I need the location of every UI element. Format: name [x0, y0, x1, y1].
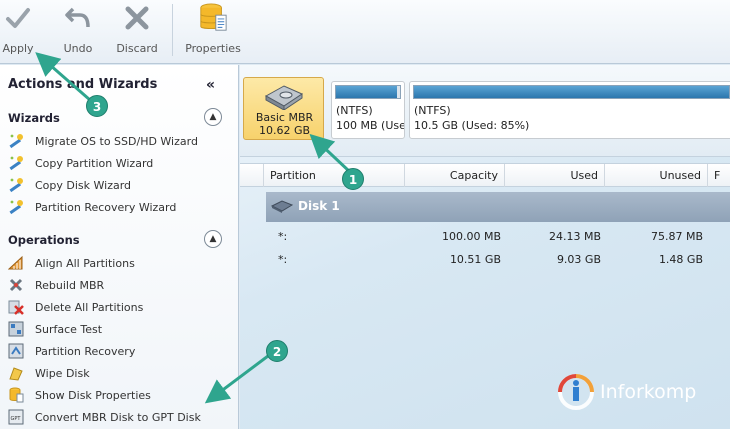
wizard-item-label: Copy Disk Wizard [35, 178, 132, 192]
annotation-badge-3: 3 [86, 95, 108, 117]
partition-fs-label: (NTFS) [336, 104, 373, 117]
table-row[interactable]: *: 100.00 MB 24.13 MB 75.87 MB [240, 227, 730, 247]
column-spacer [240, 164, 264, 187]
operation-item-wipe-disk[interactable]: Wipe Disk [8, 363, 90, 383]
delete-icon [8, 300, 24, 315]
operation-item-convert-mbr-to-gpt[interactable]: GPT Convert MBR Disk to GPT Disk [8, 407, 201, 427]
column-filesystem[interactable]: F [708, 164, 730, 187]
toolbar: Apply Undo Discard Properties [0, 0, 730, 64]
checkmark-icon [3, 2, 33, 34]
wipe-icon [9, 367, 23, 381]
operation-item-label: Wipe Disk [35, 366, 90, 380]
wand-icon [9, 156, 23, 171]
logo-circle-icon [558, 374, 594, 410]
table-row[interactable]: *: 10.51 GB 9.03 GB 1.48 GB [240, 250, 730, 270]
column-partition[interactable]: Partition [264, 164, 405, 187]
discard-x-icon [122, 2, 152, 34]
discard-label: Discard [116, 42, 158, 55]
partition-usage-fill [336, 86, 397, 98]
svg-text:GPT: GPT [11, 416, 22, 422]
wand-icon [9, 200, 23, 215]
wizards-collapse-button[interactable]: ▲ [204, 108, 222, 126]
disk-row[interactable]: Disk 1 [266, 192, 730, 222]
cell-unused: 75.87 MB [650, 230, 703, 243]
properties-icon [9, 387, 24, 403]
cell-capacity: 10.51 GB [449, 253, 501, 266]
operation-item-align[interactable]: Align All Partitions [8, 253, 135, 273]
operation-item-surface-test[interactable]: Surface Test [8, 319, 102, 339]
wizard-item-label: Copy Partition Wizard [35, 156, 154, 170]
column-capacity[interactable]: Capacity [405, 164, 505, 187]
discard-button[interactable]: Discard [113, 2, 161, 60]
disk-map: Basic MBR 10.62 GB (NTFS) 100 MB (Used (… [240, 65, 730, 157]
properties-button[interactable]: Properties [182, 2, 244, 60]
watermark-logo: Inforkomp [556, 372, 696, 412]
cell-used: 24.13 MB [548, 230, 601, 243]
wizard-item-copy-partition[interactable]: Copy Partition Wizard [8, 153, 153, 173]
partition-tile-1[interactable]: (NTFS) 100 MB (Used [331, 81, 405, 139]
collapse-panel-icon[interactable]: « [206, 77, 215, 93]
recovery-icon [8, 343, 24, 359]
cell-capacity: 100.00 MB [441, 230, 501, 243]
operation-item-partition-recovery[interactable]: Partition Recovery [8, 341, 135, 361]
partition-usage-bar [413, 85, 730, 99]
cell-partition: *: [278, 230, 288, 243]
operation-item-label: Rebuild MBR [35, 278, 105, 292]
apply-button[interactable]: Apply [2, 2, 34, 60]
wizard-item-label: Partition Recovery Wizard [35, 200, 177, 214]
undo-label: Undo [63, 42, 93, 55]
gpt-icon: GPT [8, 409, 24, 425]
partition-info-label: 10.5 GB (Used: 85%) [414, 119, 530, 132]
operation-item-label: Delete All Partitions [35, 300, 144, 314]
partition-usage-bar [335, 85, 401, 99]
align-icon [8, 255, 23, 270]
disk-tile-basic-mbr[interactable]: Basic MBR 10.62 GB [243, 77, 324, 140]
wizard-item-migrate-os[interactable]: Migrate OS to SSD/HD Wizard [8, 131, 198, 151]
partition-table-header: Partition Capacity Used Unused F [240, 163, 730, 187]
wand-icon [9, 134, 23, 149]
wizards-section-title: Wizards [8, 111, 60, 125]
partition-tile-2[interactable]: (NTFS) 10.5 GB (Used: 85%) [409, 81, 730, 139]
column-unused[interactable]: Unused [605, 164, 708, 187]
cell-unused: 1.48 GB [658, 253, 703, 266]
database-properties-icon [198, 2, 228, 34]
partition-fs-label: (NTFS) [414, 104, 451, 117]
watermark-text: Inforkomp [600, 381, 697, 403]
disk-type-label: Basic MBR [255, 111, 314, 124]
operations-section-title: Operations [8, 233, 80, 247]
operations-collapse-button[interactable]: ▲ [204, 230, 222, 248]
annotation-badge-1: 1 [342, 168, 364, 190]
disk-icon [270, 200, 294, 213]
partition-usage-fill [414, 86, 729, 98]
toolbar-separator [172, 4, 173, 56]
cell-partition: *: [278, 253, 288, 266]
operation-item-label: Align All Partitions [35, 256, 135, 270]
apply-label: Apply [2, 42, 34, 55]
disk-size-label: 10.62 GB [258, 124, 311, 137]
undo-arrow-icon [63, 2, 93, 34]
wizard-item-copy-disk[interactable]: Copy Disk Wizard [8, 175, 131, 195]
hard-drive-icon [264, 85, 304, 110]
rebuild-icon [9, 278, 23, 292]
operation-item-label: Surface Test [35, 322, 103, 336]
cell-used: 9.03 GB [556, 253, 601, 266]
actions-panel: Actions and Wizards « Wizards ▲ Migrate … [0, 65, 239, 429]
operation-item-show-disk-properties[interactable]: Show Disk Properties [8, 385, 151, 405]
operation-item-label: Partition Recovery [35, 344, 136, 358]
wizard-item-partition-recovery[interactable]: Partition Recovery Wizard [8, 197, 176, 217]
properties-label: Properties [185, 42, 241, 55]
undo-button[interactable]: Undo [61, 2, 95, 60]
column-used[interactable]: Used [505, 164, 605, 187]
operation-item-label: Convert MBR Disk to GPT Disk [35, 410, 201, 424]
surface-test-icon [8, 321, 24, 337]
partition-info-label: 100 MB (Used [336, 119, 404, 132]
operation-item-delete-all[interactable]: Delete All Partitions [8, 297, 143, 317]
operation-item-label: Show Disk Properties [35, 388, 151, 402]
operation-item-rebuild-mbr[interactable]: Rebuild MBR [8, 275, 104, 295]
wizard-item-label: Migrate OS to SSD/HD Wizard [35, 134, 198, 148]
annotation-badge-2: 2 [266, 340, 288, 362]
panel-title: Actions and Wizards [8, 77, 158, 92]
disk-name: Disk 1 [298, 199, 340, 213]
wand-icon [9, 178, 23, 193]
